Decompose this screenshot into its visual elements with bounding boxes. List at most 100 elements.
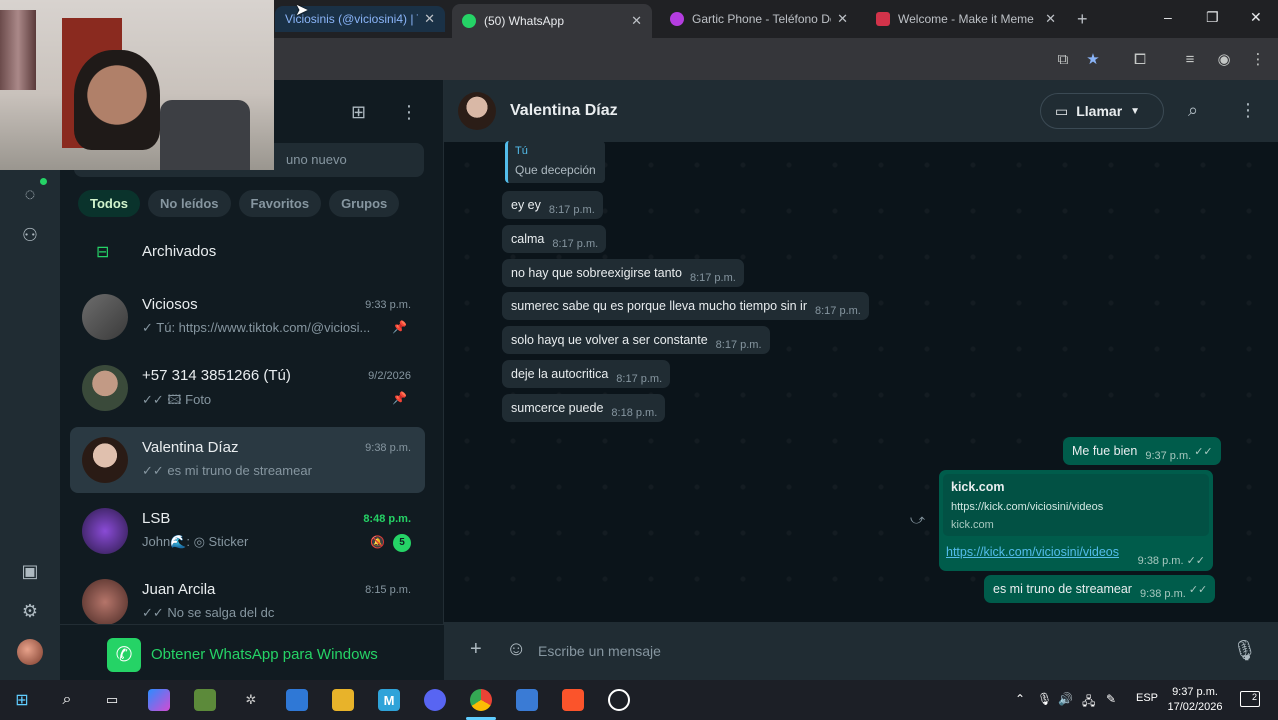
app-window-icon[interactable] bbox=[516, 689, 538, 711]
system-clock[interactable]: 9:37 p.m. 17/02/2026 bbox=[1164, 685, 1226, 715]
microphone-tray-icon[interactable]: 🎙 bbox=[1037, 692, 1052, 706]
gartic-icon bbox=[670, 12, 684, 26]
read-ticks-icon: ✓✓ bbox=[1194, 446, 1213, 458]
chrome-icon[interactable] bbox=[470, 689, 492, 711]
profile-icon[interactable]: ◉ bbox=[1215, 50, 1233, 68]
message-out[interactable]: es mi truno de streamear 9:38 p.m. ✓✓ bbox=[984, 575, 1216, 603]
message-in[interactable]: calma 8:17 p.m. bbox=[502, 225, 607, 253]
install-app-icon[interactable]: ⧉ bbox=[1054, 50, 1072, 68]
chat-time: 8:15 p.m. bbox=[365, 584, 411, 596]
avatar bbox=[82, 508, 128, 554]
menu-dots-icon[interactable]: ⋮ bbox=[400, 102, 418, 123]
search-icon[interactable]: ⌕ bbox=[1188, 100, 1198, 121]
extensions-icon[interactable]: ⧠ bbox=[1131, 50, 1149, 68]
close-tab-icon[interactable]: ✕ bbox=[424, 11, 435, 27]
link-preview-message[interactable]: kick.com https://kick.com/viciosini/vide… bbox=[939, 470, 1213, 571]
chat-item-juan[interactable]: Juan Arcila 8:15 p.m. ✓✓ No se salga del… bbox=[70, 569, 425, 624]
filter-all[interactable]: Todos bbox=[78, 190, 141, 217]
message-in[interactable]: solo hayq ue volver a ser constante 8:17 … bbox=[502, 326, 770, 354]
call-button[interactable]: ▭ Llamar ▼ bbox=[1040, 93, 1164, 129]
media-gallery-icon[interactable]: ▣ bbox=[18, 559, 42, 583]
bookmark-star-icon[interactable]: ★ bbox=[1084, 50, 1102, 68]
volume-icon[interactable]: 🔊 bbox=[1058, 692, 1073, 706]
new-tab-button[interactable]: + bbox=[1077, 9, 1088, 30]
obs-icon[interactable] bbox=[608, 689, 630, 711]
close-window-button[interactable]: ✕ bbox=[1250, 9, 1262, 26]
pin-icon: 📌 bbox=[392, 391, 407, 405]
webcam-chair bbox=[160, 100, 250, 170]
tab-title: Welcome - Make it Meme bbox=[898, 12, 1034, 26]
close-tab-icon[interactable]: ✕ bbox=[837, 11, 848, 27]
chat-item-viciosos[interactable]: Viciosos 9:33 p.m. ✓ Tú: https://www.tik… bbox=[70, 284, 425, 350]
clock-time: 9:37 p.m. bbox=[1172, 686, 1218, 698]
chat-item-valentina[interactable]: Valentina Díaz 9:38 p.m. ✓✓ es mi truno … bbox=[70, 427, 425, 493]
store-icon[interactable] bbox=[286, 689, 308, 711]
message-input[interactable] bbox=[538, 636, 1218, 666]
message-in[interactable]: ey ey 8:17 p.m. bbox=[502, 191, 603, 219]
settings-gear-icon[interactable]: ⚙ bbox=[18, 599, 42, 623]
message-text: es mi truno de streamear bbox=[993, 582, 1132, 596]
message-link[interactable]: https://kick.com/viciosini/videos bbox=[946, 545, 1119, 559]
quoted-message[interactable]: Tú Que decepción bbox=[505, 141, 605, 183]
search-icon[interactable]: ⌕ bbox=[56, 689, 78, 711]
attach-plus-icon[interactable]: + bbox=[470, 638, 482, 661]
file-explorer-icon[interactable] bbox=[332, 689, 354, 711]
media-control-icon[interactable]: ≡ bbox=[1181, 50, 1199, 68]
tab-whatsapp[interactable]: (50) WhatsApp ✕ bbox=[452, 4, 652, 38]
show-hidden-icons[interactable]: ⌃ bbox=[1015, 692, 1025, 706]
message-in[interactable]: sumerec sabe qu es porque lleva mucho ti… bbox=[502, 292, 869, 320]
browser-menu-icon[interactable]: ⋮ bbox=[1249, 50, 1267, 68]
status-icon[interactable]: ◌ bbox=[18, 182, 42, 206]
brave-icon[interactable] bbox=[562, 689, 584, 711]
close-tab-icon[interactable]: ✕ bbox=[1045, 11, 1056, 27]
archived-label: Archivados bbox=[142, 243, 217, 260]
language-indicator[interactable]: ESP bbox=[1136, 692, 1158, 704]
tab-gartic[interactable]: Gartic Phone - Teléfono Des ✕ bbox=[660, 6, 858, 32]
get-app-banner[interactable]: ✆ Obtener WhatsApp para Windows bbox=[60, 624, 444, 680]
archived-row[interactable]: ⊟ Archivados bbox=[60, 230, 444, 274]
message-in[interactable]: deje la autocritica 8:17 p.m. bbox=[502, 360, 671, 388]
minecraft-icon[interactable] bbox=[194, 689, 216, 711]
notification-center-icon[interactable]: 2 bbox=[1240, 691, 1260, 707]
microphone-icon[interactable]: 🎙 bbox=[1232, 638, 1257, 663]
new-chat-icon[interactable]: ⊞ bbox=[351, 102, 366, 123]
contact-avatar[interactable] bbox=[458, 92, 496, 130]
windows-taskbar: ⊞ ⌕ ▭ ✲ M ⌃ 🎙 🔊 🖧 ✎ ESP 9:37 p.m. 17/02/… bbox=[0, 680, 1278, 720]
filter-favorites[interactable]: Favoritos bbox=[238, 190, 322, 217]
message-text: calma bbox=[511, 232, 545, 246]
forward-icon[interactable]: ⤻ bbox=[910, 511, 925, 528]
message-in[interactable]: no hay que sobreexigirse tanto 8:17 p.m. bbox=[502, 259, 744, 287]
menu-dots-icon[interactable]: ⋮ bbox=[1239, 100, 1257, 121]
minimize-button[interactable]: – bbox=[1164, 9, 1172, 25]
get-app-label: Obtener WhatsApp para Windows bbox=[151, 646, 378, 663]
settings-app-icon[interactable]: ✲ bbox=[240, 689, 262, 711]
my-avatar[interactable] bbox=[17, 639, 43, 665]
contact-name[interactable]: Valentina Díaz bbox=[510, 102, 618, 120]
tab-makeitmeme[interactable]: Welcome - Make it Meme ✕ bbox=[866, 6, 1066, 32]
communities-icon[interactable]: ⚇ bbox=[18, 223, 42, 247]
m-app-icon[interactable]: M bbox=[378, 689, 400, 711]
copilot-icon[interactable] bbox=[148, 689, 170, 711]
link-preview-title: kick.com bbox=[951, 480, 1005, 494]
chat-preview: ✓✓ No se salga del dc bbox=[142, 605, 275, 620]
status-new-dot bbox=[40, 178, 47, 185]
pen-icon[interactable]: ✎ bbox=[1106, 692, 1116, 706]
message-in[interactable]: sumcerce puede 8:18 p.m. bbox=[502, 394, 666, 422]
mouse-cursor-icon: ➤ bbox=[295, 2, 309, 19]
emoji-sticker-icon[interactable]: ☺ bbox=[506, 638, 526, 661]
discord-icon[interactable] bbox=[424, 689, 446, 711]
filter-groups[interactable]: Grupos bbox=[329, 190, 400, 217]
chat-name: Viciosos bbox=[142, 296, 198, 313]
chat-item-lsb[interactable]: LSB 8:48 p.m. John🌊: ◎ Sticker 🔕 5 bbox=[70, 498, 425, 564]
task-view-icon[interactable]: ▭ bbox=[101, 689, 123, 711]
filter-unread[interactable]: No leídos bbox=[148, 190, 231, 217]
windows-start-icon[interactable]: ⊞ bbox=[11, 689, 33, 711]
quote-author: Tú bbox=[515, 145, 528, 157]
close-tab-icon[interactable]: ✕ bbox=[631, 13, 642, 29]
message-out[interactable]: Me fue bien 9:37 p.m. ✓✓ bbox=[1063, 437, 1221, 465]
conversation-header[interactable]: Valentina Díaz ▭ Llamar ▼ ⌕ ⋮ bbox=[444, 80, 1278, 142]
link-preview-card[interactable]: kick.com https://kick.com/viciosini/vide… bbox=[943, 474, 1209, 536]
maximize-button[interactable]: ❐ bbox=[1206, 9, 1219, 26]
chat-item-self[interactable]: +57 314 3851266 (Tú) 9/2/2026 ✓✓ 🖾 Foto … bbox=[70, 355, 425, 421]
network-icon[interactable]: 🖧 bbox=[1082, 692, 1095, 713]
